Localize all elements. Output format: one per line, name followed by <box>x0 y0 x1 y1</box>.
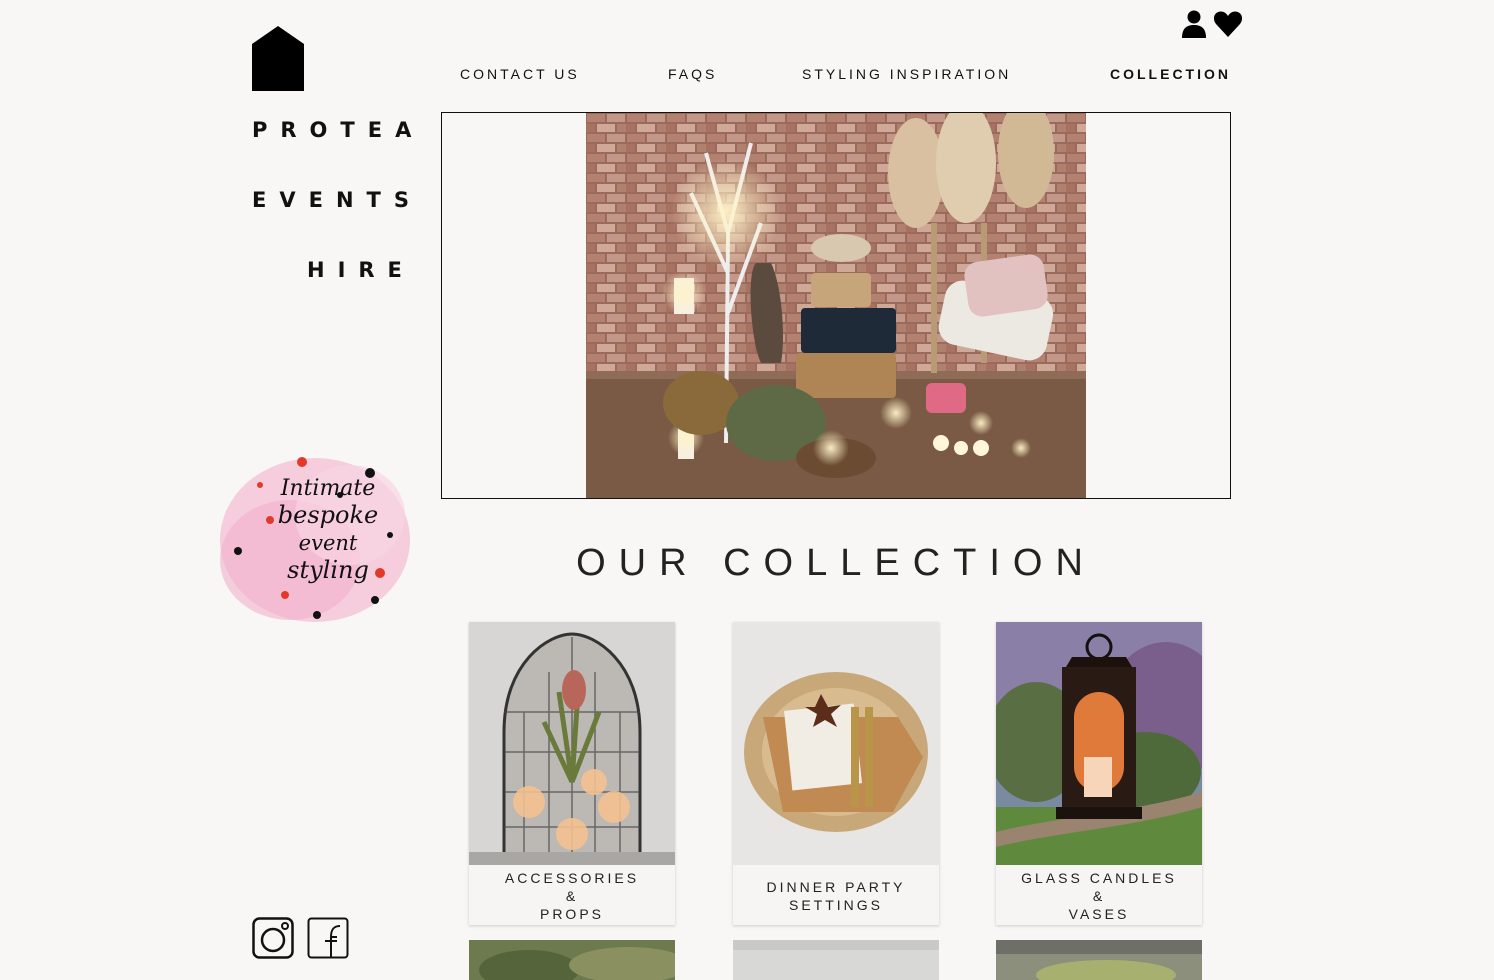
brand-name-line3: HIRE <box>307 258 415 282</box>
logo-house-icon[interactable] <box>252 26 304 91</box>
brand-name-line2: EVENTS <box>252 188 422 212</box>
instagram-icon[interactable] <box>252 917 294 959</box>
user-icon[interactable] <box>1181 10 1207 38</box>
heart-icon[interactable] <box>1213 10 1243 38</box>
nav-contact-us[interactable]: CONTACT US <box>460 66 580 82</box>
facebook-icon[interactable] <box>307 917 349 959</box>
badge-line-2: bespoke <box>278 501 378 529</box>
hero-photo <box>586 113 1086 498</box>
card-photo-accessories <box>469 622 675 865</box>
collection-card-dinner-party[interactable]: DINNER PARTY SETTINGS <box>733 622 939 925</box>
nav-collection[interactable]: COLLECTION <box>1110 66 1231 82</box>
badge-line-4: styling <box>287 556 369 584</box>
nav-styling-inspiration[interactable]: STYLING INSPIRATION <box>802 66 1011 82</box>
collection-card-row2-1[interactable] <box>469 940 675 980</box>
card-label-accessories: ACCESSORIES & PROPS <box>504 870 640 922</box>
card-label-dinner-party: DINNER PARTY SETTINGS <box>766 879 906 913</box>
collection-heading: OUR COLLECTION <box>576 542 1096 584</box>
collection-card-row2-3[interactable] <box>996 940 1202 980</box>
collection-card-accessories[interactable]: ACCESSORIES & PROPS <box>469 622 675 925</box>
collection-card-glass-candles[interactable]: GLASS CANDLES & VASES <box>996 622 1202 925</box>
badge-line-1: Intimate <box>280 476 376 501</box>
intimate-bespoke-badge: Intimate bespoke event styling <box>220 457 410 622</box>
card-photo-glass-candles <box>996 622 1202 865</box>
brand-name-line1: PROTEA <box>252 118 425 142</box>
nav-faqs[interactable]: FAQS <box>668 66 717 82</box>
collection-card-row2-2[interactable] <box>733 940 939 980</box>
card-label-glass-candles: GLASS CANDLES & VASES <box>1021 870 1177 922</box>
badge-line-3: event <box>299 531 358 555</box>
card-photo-dinner-party <box>733 622 939 865</box>
